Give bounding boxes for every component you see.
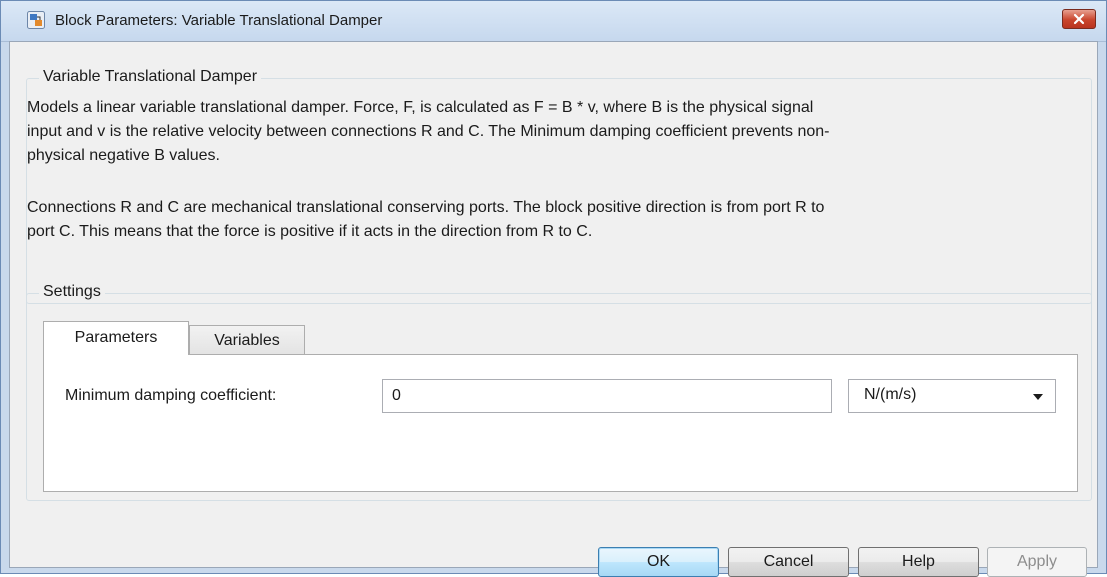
apply-button-label: Apply <box>1016 553 1058 570</box>
tab-parameters-label: Parameters <box>74 329 158 346</box>
settings-group-title: Settings <box>39 283 105 301</box>
tab-variables[interactable]: Variables <box>189 325 305 355</box>
unit-selected-value: N/(m/s) <box>864 386 917 403</box>
close-icon <box>1073 13 1085 25</box>
description-group-title: Variable Translational Damper <box>39 68 262 86</box>
close-button[interactable] <box>1062 9 1096 29</box>
description-line: Connections R and C are mechanical trans… <box>27 199 825 216</box>
help-button[interactable]: Help <box>858 547 979 577</box>
dialog-window: Block Parameters: Variable Translational… <box>0 0 1107 577</box>
description-paragraph-1: Models a linear variable translational d… <box>27 96 1091 168</box>
min-damping-unit-dropdown[interactable]: N/(m/s) <box>848 379 1056 413</box>
parameters-panel <box>43 354 1078 492</box>
description-line: Models a linear variable translational d… <box>27 99 814 116</box>
tab-variables-label: Variables <box>214 332 280 349</box>
cancel-button[interactable]: Cancel <box>728 547 849 577</box>
simulink-block-icon <box>27 11 45 29</box>
description-paragraph-2: Connections R and C are mechanical trans… <box>27 196 1091 244</box>
description-line: physical negative B values. <box>27 147 220 164</box>
window-title: Block Parameters: Variable Translational… <box>55 12 383 29</box>
help-button-label: Help <box>902 553 935 570</box>
dialog-client-area: Variable Translational Damper Models a l… <box>9 41 1098 577</box>
apply-button: Apply <box>987 547 1087 577</box>
min-damping-coefficient-label: Minimum damping coefficient: <box>65 387 277 404</box>
title-bar[interactable]: Block Parameters: Variable Translational… <box>1 1 1106 42</box>
description-line: port C. This means that the force is pos… <box>27 223 593 240</box>
cancel-button-label: Cancel <box>763 553 814 570</box>
chevron-down-icon <box>1033 394 1043 400</box>
min-damping-coefficient-value: 0 <box>392 387 401 404</box>
tab-parameters[interactable]: Parameters <box>43 321 189 355</box>
description-line: input and v is the relative velocity bet… <box>27 123 830 140</box>
ok-button[interactable]: OK <box>598 547 719 577</box>
min-damping-coefficient-input[interactable]: 0 <box>382 379 832 413</box>
ok-button-label: OK <box>646 553 671 570</box>
